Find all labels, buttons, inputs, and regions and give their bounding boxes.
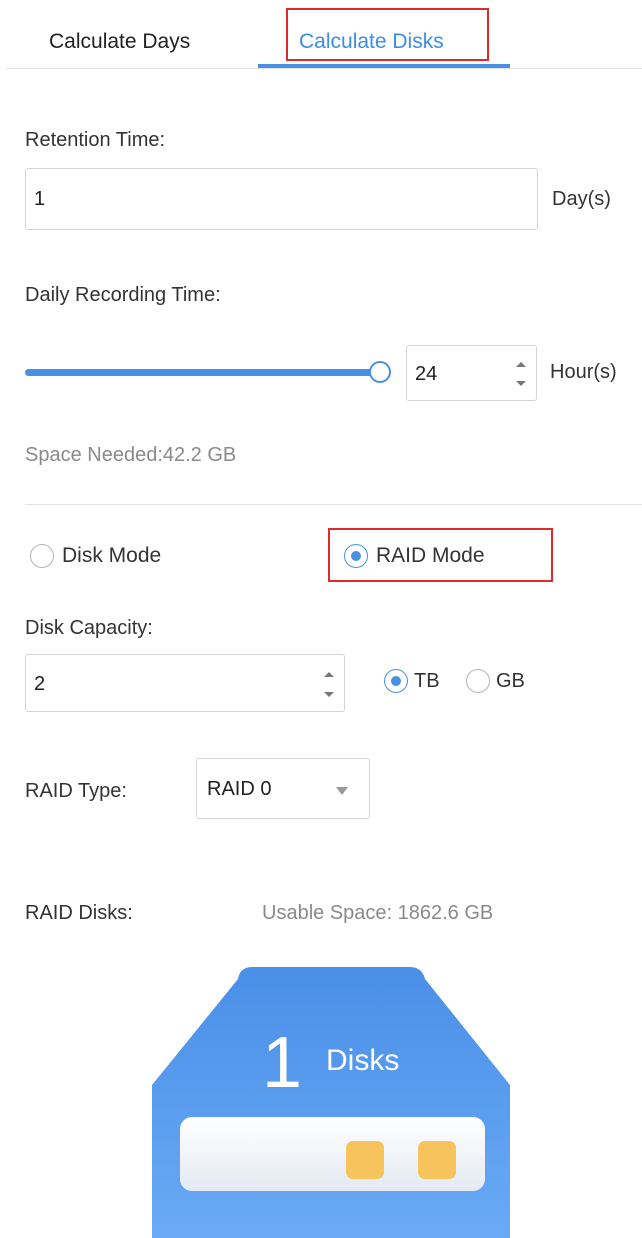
retention-time-input[interactable] [25,168,538,230]
raid-type-select[interactable]: RAID 0 [196,758,370,819]
disk-drive-icon [152,967,510,1238]
recording-time-slider-fill [25,369,380,376]
highlight-box-tab [286,8,489,61]
unit-gb-label: GB [496,669,525,692]
disk-capacity-value: 2 [34,673,46,695]
unit-gb-radio[interactable]: GB [466,669,525,693]
hours-increment-icon[interactable] [512,354,530,374]
disk-capacity-stepper[interactable]: 2 [25,654,345,712]
disk-mode-radio-icon [30,544,54,568]
unit-tb-label: TB [414,669,440,692]
disk-mode-radio[interactable]: Disk Mode [30,544,161,568]
disk-count: 1 [262,1023,303,1103]
hours-value: 24 [415,363,438,385]
raid-type-value: RAID 0 [207,778,272,800]
dropdown-caret-icon [335,783,349,801]
capacity-increment-icon[interactable] [320,664,338,684]
retention-unit-label: Day(s) [552,188,611,210]
space-needed-text: Space Needed:42.2 GB [25,444,237,466]
raid-disks-label: RAID Disks: [25,902,133,924]
hours-unit-label: Hour(s) [550,361,617,383]
hours-stepper[interactable]: 24 [406,345,537,401]
disk-capacity-label: Disk Capacity: [25,617,153,639]
unit-tb-radio-icon [384,669,408,693]
usable-space-text: Usable Space: 1862.6 GB [262,902,494,924]
retention-time-label: Retention Time: [25,129,166,151]
capacity-decrement-icon[interactable] [320,685,338,705]
hours-decrement-icon[interactable] [512,374,530,394]
unit-gb-radio-icon [466,669,490,693]
tab-divider [6,68,642,69]
disk-mode-label: Disk Mode [62,544,162,567]
recording-time-slider-handle[interactable] [369,361,391,383]
raid-type-label: RAID Type: [25,780,127,802]
section-divider [25,504,642,505]
unit-tb-radio[interactable]: TB [384,669,440,693]
highlight-box-raid-mode [328,528,553,582]
disk-count-unit: Disks [326,1044,400,1077]
daily-recording-time-label: Daily Recording Time: [25,284,221,306]
tab-calculate-days[interactable]: Calculate Days [49,18,190,66]
